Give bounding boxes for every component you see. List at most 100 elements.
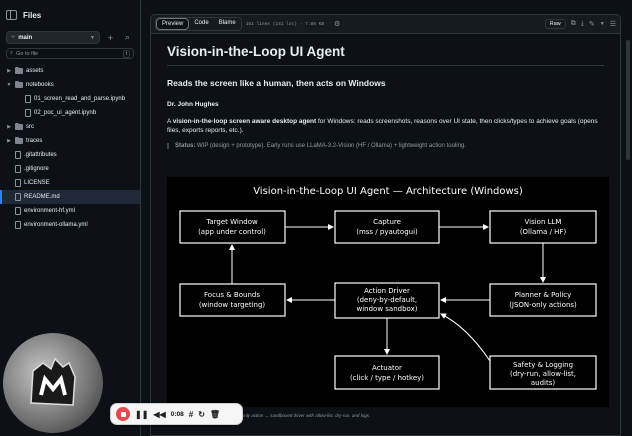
svg-text:audits): audits)	[531, 379, 556, 387]
file-toolbar: Preview Code Blame 161 lines (141 loc) ·…	[151, 15, 620, 34]
svg-text:(JSON-only actions): (JSON-only actions)	[509, 301, 577, 309]
status-note: Status: WIP (design + prototype). Early …	[167, 143, 604, 149]
tree-file[interactable]: LICENSE	[0, 176, 140, 190]
tree-folder[interactable]: ▶ traces	[0, 134, 140, 148]
collapse-panel-icon[interactable]	[6, 10, 17, 20]
edit-pencil-icon[interactable]: ✎	[589, 20, 595, 28]
svg-text:Vision LLM: Vision LLM	[525, 218, 562, 226]
readme-subtitle: Reads the screen like a human, then acts…	[167, 78, 386, 88]
search-icon: ⌕	[10, 50, 14, 56]
architecture-diagram: Vision-in-the-Loop UI Agent — Architectu…	[167, 177, 609, 407]
trash-icon[interactable]: 🗑	[210, 410, 220, 419]
tree-file[interactable]: .gitattributes	[0, 148, 140, 162]
vertical-scrollbar[interactable]	[626, 0, 630, 436]
svg-text:Target Window: Target Window	[205, 218, 258, 226]
status-text: WIP (design + prototype). Early runs use…	[195, 143, 466, 149]
branch-selector[interactable]: ⑂ main ▼	[6, 31, 100, 44]
chevron-down-icon[interactable]: ▼	[600, 21, 605, 27]
svg-text:Safety & Logging: Safety & Logging	[513, 361, 573, 369]
tree-item-label: LICENSE	[24, 180, 50, 186]
svg-text:Actuator: Actuator	[372, 364, 402, 372]
add-file-button[interactable]: +	[104, 31, 117, 44]
tree-folder[interactable]: ▶ src	[0, 120, 140, 134]
file-actions: Raw ⧉ ⤓ ✎ ▼ ☰	[544, 19, 616, 29]
chevron-right-icon: ▶	[7, 124, 11, 130]
avatar-logo-icon	[30, 357, 76, 406]
folder-icon	[15, 67, 23, 74]
tree-item-label: src	[26, 124, 34, 130]
readme-description: A vision-in-the-loop screen aware deskto…	[167, 118, 598, 134]
outline-list-icon[interactable]: ☰	[610, 20, 616, 28]
view-mode-tabs: Preview Code Blame	[155, 17, 242, 31]
file-icon	[15, 151, 21, 159]
node-planner-policy: Planner & Policy (JSON-only actions)	[489, 283, 597, 317]
mute-audio-icon[interactable]: ◀◀	[153, 410, 165, 419]
symbols-icon[interactable]: ⚙	[334, 20, 340, 28]
svg-text:Focus & Bounds: Focus & Bounds	[204, 291, 260, 299]
tab-blame[interactable]: Blame	[214, 18, 241, 30]
tree-file[interactable]: 01_screen_read_and_parse.ipynb	[0, 92, 140, 106]
svg-text:(deny-by-default,: (deny-by-default,	[357, 296, 417, 304]
chevron-down-icon: ▼	[6, 82, 12, 88]
svg-text:(Ollama / HF): (Ollama / HF)	[520, 228, 567, 236]
file-icon	[25, 109, 31, 117]
file-icon	[15, 207, 21, 215]
restart-icon[interactable]: ↻	[198, 410, 205, 419]
tree-folder[interactable]: ▼ notebooks	[0, 78, 140, 92]
tree-folder[interactable]: ▶ assets	[0, 64, 140, 78]
tree-file[interactable]: environment-hf.yml	[0, 204, 140, 218]
tree-item-label: environment-hf.yml	[24, 208, 76, 214]
copy-icon[interactable]: ⧉	[571, 20, 576, 28]
tab-code[interactable]: Code	[189, 18, 213, 30]
svg-text:(window targeting): (window targeting)	[199, 301, 266, 309]
svg-text:Action Driver: Action Driver	[364, 287, 410, 295]
folder-icon	[15, 137, 23, 144]
node-safety-logging: Safety & Logging (dry-run, allow-list, a…	[489, 355, 597, 390]
main-content: Preview Code Blame 161 lines (141 loc) ·…	[141, 0, 632, 436]
svg-text:(click / type / hotkey): (click / type / hotkey)	[350, 374, 424, 382]
tree-file[interactable]: .gitignore	[0, 162, 140, 176]
stop-recording-button[interactable]	[116, 407, 130, 421]
search-icon[interactable]: ⌕	[121, 31, 134, 44]
tree-item-label: 01_screen_read_and_parse.ipynb	[34, 96, 126, 102]
shortcut-key: t	[122, 49, 130, 58]
sidebar-title: Files	[23, 10, 42, 20]
scrollbar-thumb[interactable]	[626, 40, 630, 160]
file-icon	[15, 193, 21, 201]
tree-item-label: 02_poc_ui_agent.ipynb	[34, 110, 97, 116]
tree-file[interactable]: 02_poc_ui_agent.ipynb	[0, 106, 140, 120]
node-focus-bounds: Focus & Bounds (window targeting)	[179, 283, 286, 317]
raw-button[interactable]: Raw	[544, 19, 566, 29]
file-tree: ▶ assets ▼ notebooks 01_screen_read_and_pars…	[0, 64, 140, 232]
chevron-right-icon: ▶	[7, 68, 11, 74]
grid-icon[interactable]: #	[189, 410, 193, 419]
svg-text:(mss / pyautogui): (mss / pyautogui)	[356, 228, 418, 236]
screen-recorder-bar: ❚❚ ◀◀ 0:08 # ↻ 🗑	[110, 403, 243, 425]
pause-icon[interactable]: ❚❚	[135, 410, 148, 419]
node-vision-llm: Vision LLM (Ollama / HF)	[489, 210, 597, 244]
branch-name: main	[18, 34, 33, 41]
tree-file[interactable]: environment-ollama.yml	[0, 218, 140, 232]
branch-row: ⑂ main ▼ + ⌕	[0, 31, 140, 44]
file-meta: 161 lines (141 loc) · 7.86 KB	[245, 21, 325, 27]
recording-timer: 0:08	[170, 410, 184, 418]
svg-text:(dry-run, allow-list,: (dry-run, allow-list,	[510, 370, 576, 378]
tree-item-label: assets	[26, 68, 44, 74]
status-label: Status:	[175, 143, 196, 149]
file-icon	[25, 95, 31, 103]
tree-item-label: notebooks	[26, 82, 54, 88]
svg-text:window sandbox): window sandbox)	[357, 305, 418, 313]
download-icon[interactable]: ⤓	[581, 20, 584, 28]
tree-item-label: traces	[26, 138, 43, 144]
tree-item-label: .gitattributes	[24, 152, 57, 158]
readme-author: Dr. John Hughes	[167, 101, 219, 108]
tab-preview[interactable]: Preview	[156, 18, 190, 30]
go-to-file-placeholder: Go to file	[16, 50, 39, 57]
readme-content: Vision-in-the-Loop UI Agent Reads the sc…	[151, 34, 620, 168]
file-viewer: Preview Code Blame 161 lines (141 loc) ·…	[150, 14, 621, 436]
go-to-file-input[interactable]: ⌕ Go to file t	[6, 48, 134, 59]
tree-file[interactable]: README.md	[0, 190, 140, 204]
svg-text:Capture: Capture	[373, 218, 401, 226]
file-icon	[15, 179, 21, 187]
chevron-down-icon: ▼	[90, 34, 95, 41]
